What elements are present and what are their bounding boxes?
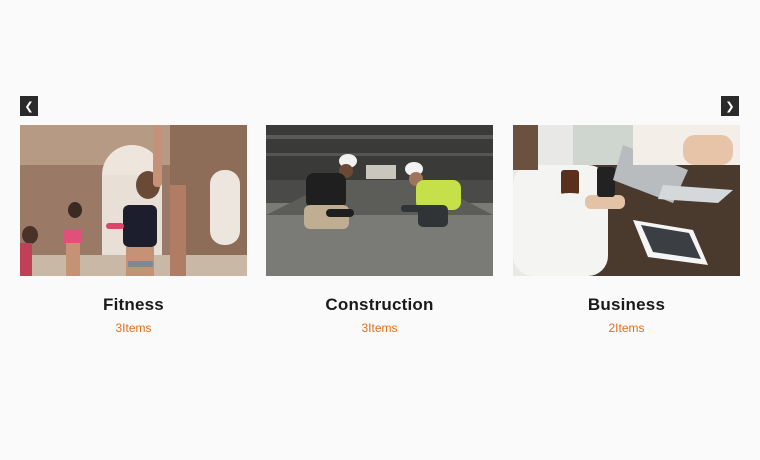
category-title[interactable]: Construction (266, 295, 493, 315)
business-image[interactable] (513, 125, 740, 276)
category-card-business[interactable]: Business 2Items (513, 125, 740, 335)
chevron-left-icon: ❮ (24, 100, 34, 113)
construction-image[interactable] (266, 125, 493, 276)
category-title[interactable]: Fitness (20, 295, 247, 315)
carousel-next-button[interactable]: ❯ (721, 96, 739, 116)
category-item-count: 3Items (115, 321, 152, 335)
category-card-construction[interactable]: Construction 3Items (266, 125, 493, 335)
category-card-fitness[interactable]: Fitness 3Items (20, 125, 247, 335)
category-item-count: 2Items (608, 321, 645, 335)
fitness-image[interactable] (20, 125, 247, 276)
category-item-count: 3Items (361, 321, 398, 335)
carousel-prev-button[interactable]: ❮ (20, 96, 38, 116)
category-carousel: Fitness 3Items Construction 3Items Busin… (20, 125, 740, 345)
category-title[interactable]: Business (513, 295, 740, 315)
chevron-right-icon: ❯ (725, 100, 735, 113)
